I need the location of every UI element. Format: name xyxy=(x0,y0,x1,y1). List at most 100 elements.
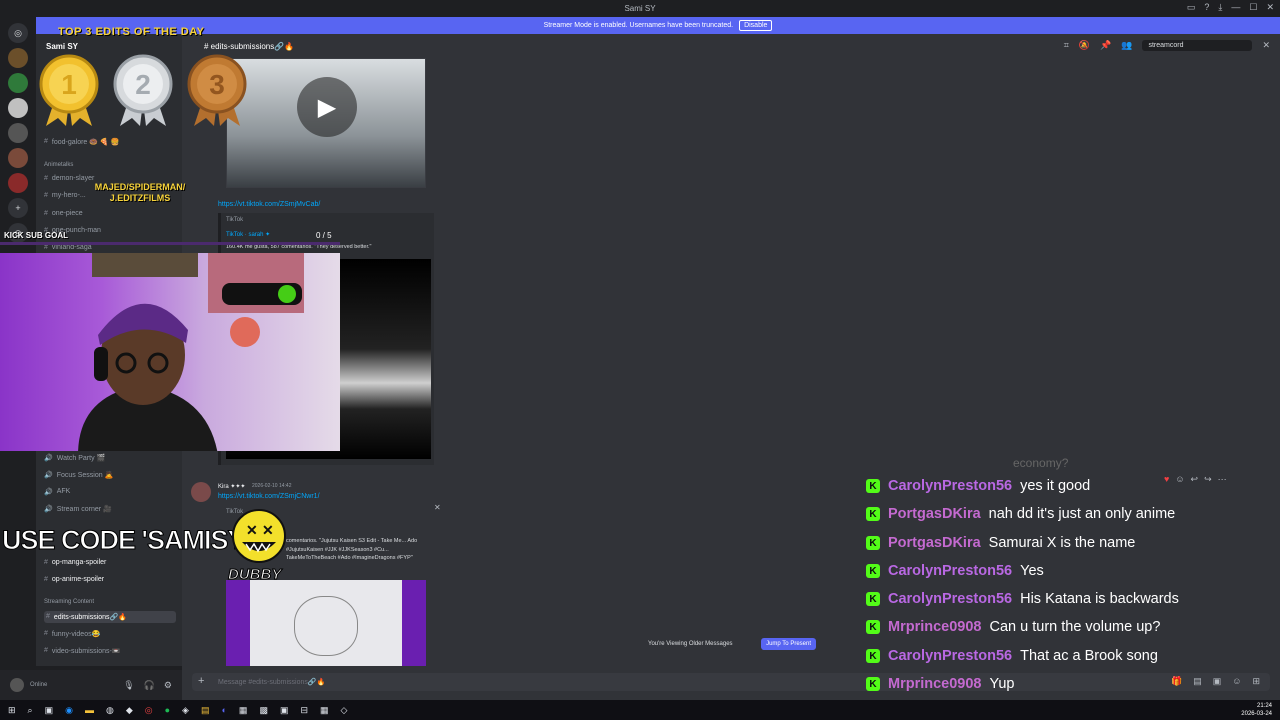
close-button[interactable]: ✕ xyxy=(1266,2,1274,13)
gif-icon[interactable]: ▤ xyxy=(1193,676,1202,687)
server-icon[interactable] xyxy=(8,73,28,93)
server-name[interactable]: Sami SY xyxy=(46,42,78,51)
discord-home-icon[interactable]: ◎ xyxy=(8,23,28,43)
maximize-button[interactable]: ☐ xyxy=(1249,2,1257,13)
sidebar-item-video-submissions[interactable]: # video-submissions-📼 xyxy=(44,647,121,655)
chat-username[interactable]: CarolynPreston56 xyxy=(888,563,1012,579)
more-icon[interactable]: ⋯ xyxy=(1218,474,1227,485)
mic-icon[interactable]: 🎙 xyxy=(123,680,134,691)
sidebar-item-edits-submissions[interactable]: # edits-submissions🔗🔥 xyxy=(44,611,176,623)
voice-channel-watch-party[interactable]: 🔊 Watch Party 🎬 xyxy=(44,454,105,462)
task-view-icon[interactable]: ▣ xyxy=(45,705,54,716)
sidebar-item-op-anime-spoiler[interactable]: # op-anime-spoiler xyxy=(44,576,104,583)
app-icon[interactable]: ▣ xyxy=(280,705,289,716)
sidebar-item-label: funny-videos😂 xyxy=(51,631,101,638)
app-icon[interactable]: ⊟ xyxy=(300,705,308,716)
react-icon[interactable]: ☺ xyxy=(1175,474,1184,485)
attach-plus-icon[interactable]: + xyxy=(198,675,204,687)
disable-streamer-mode-button[interactable]: Disable xyxy=(739,20,773,31)
members-icon[interactable]: 👥 xyxy=(1121,40,1132,51)
close-icon[interactable]: ✕ xyxy=(1262,40,1270,51)
sidebar-item-my-hero[interactable]: # my-hero-... xyxy=(44,192,86,199)
minimize-button[interactable]: — xyxy=(1231,2,1240,13)
chat-username[interactable]: CarolynPreston56 xyxy=(888,591,1012,607)
chat-username[interactable]: PortgasDKira xyxy=(888,506,981,522)
sidebar-item-op-manga-spoiler[interactable]: # op-manga-spoiler xyxy=(44,559,106,566)
forward-icon[interactable]: ↪ xyxy=(1204,474,1212,485)
avatar[interactable] xyxy=(10,678,24,692)
voice-channel-afk[interactable]: 🔊 AFK xyxy=(44,488,70,496)
message-author[interactable]: Kira ✦✦✦ xyxy=(218,483,245,490)
hash-icon: # xyxy=(46,613,50,620)
mute-icon[interactable]: 🔕 xyxy=(1079,40,1090,51)
heart-reaction-icon[interactable]: ♥ xyxy=(1164,474,1169,485)
spotify-icon[interactable]: ● xyxy=(165,705,170,715)
silver-medal-icon: 2 xyxy=(113,54,173,126)
server-icon[interactable] xyxy=(8,48,28,68)
apps-icon[interactable]: ⊞ xyxy=(1252,676,1260,687)
avatar[interactable] xyxy=(191,482,211,502)
sticker-icon[interactable]: ▣ xyxy=(1213,676,1222,687)
message-link[interactable]: https://vt.tiktok.com/ZSmjMvCab/ xyxy=(218,201,320,208)
chrome-icon[interactable]: ◎ xyxy=(145,705,153,716)
bronze-medal-icon: 3 xyxy=(187,54,247,126)
app-icon[interactable]: ◆ xyxy=(126,705,133,716)
headphones-icon[interactable]: 🎧 xyxy=(144,680,155,691)
emoji-icon[interactable]: ☺ xyxy=(1232,676,1241,687)
system-clock[interactable]: 21:24 2026-03-24 xyxy=(1241,702,1272,718)
chat-username[interactable]: Mrprince0908 xyxy=(888,619,982,635)
search-input[interactable]: streamcord xyxy=(1142,40,1253,51)
gift-icon[interactable]: 🎁 xyxy=(1171,676,1182,687)
add-server-icon[interactable]: + xyxy=(8,198,28,218)
window-controls: ▭ ? ⤓ — ☐ ✕ xyxy=(1187,2,1274,13)
chat-username[interactable]: Mrprince0908 xyxy=(888,676,982,692)
video-embed[interactable]: ▶ xyxy=(226,58,426,188)
remove-embed-icon[interactable]: ✕ xyxy=(434,503,441,512)
embed-author[interactable]: TikTok · sarah ✦ xyxy=(226,231,270,238)
category-animetalks[interactable]: Animetalks xyxy=(44,162,73,168)
medal-number: 1 xyxy=(61,69,77,100)
obs-icon[interactable]: ◍ xyxy=(106,705,114,716)
clock-time: 21:24 xyxy=(1256,703,1272,709)
server-icon[interactable] xyxy=(8,148,28,168)
chat-username[interactable]: CarolynPreston56 xyxy=(888,478,1012,494)
download-icon[interactable]: ⤓ xyxy=(1218,2,1222,13)
sidebar-item-food-galore[interactable]: # food-galore 🍩 🍕 🍔 xyxy=(44,138,119,146)
inbox-icon[interactable]: ▭ xyxy=(1187,2,1196,13)
server-icon[interactable] xyxy=(8,123,28,143)
message-link[interactable]: https://vt.tiktok.com/ZSmjCNwr1/ xyxy=(218,493,320,500)
notes-icon[interactable]: ▤ xyxy=(201,705,210,716)
voice-channel-focus-session[interactable]: 🔊 Focus Session 🙇 xyxy=(44,471,113,479)
sidebar-item-vinland-saga[interactable]: # vinland-saga xyxy=(44,244,92,251)
app-icon[interactable]: ▦ xyxy=(239,705,248,716)
search-icon[interactable]: ⌕ xyxy=(28,705,33,716)
sidebar-item-funny-videos[interactable]: # funny-videos😂 xyxy=(44,630,100,638)
file-explorer-icon[interactable]: ▬ xyxy=(85,705,94,715)
sidebar-item-demon-slayer[interactable]: # demon-slayer xyxy=(44,175,94,182)
app-icon[interactable]: ◇ xyxy=(341,705,348,716)
help-icon[interactable]: ? xyxy=(1204,2,1209,13)
category-streaming-content[interactable]: Streaming Content xyxy=(44,599,94,605)
gear-icon[interactable]: ⚙ xyxy=(164,680,172,691)
sidebar-item-one-piece[interactable]: # one-piece xyxy=(44,210,83,217)
reply-icon[interactable]: ↩ xyxy=(1191,474,1199,485)
chat-username[interactable]: CarolynPreston56 xyxy=(888,648,1012,664)
chat-text: Can u turn the volume up? xyxy=(989,619,1161,635)
jump-to-present-button[interactable]: Jump To Present xyxy=(761,638,816,650)
discord-taskbar-icon[interactable]: ◐ xyxy=(221,705,226,715)
pin-icon[interactable]: 📌 xyxy=(1100,40,1111,51)
server-icon[interactable] xyxy=(8,173,28,193)
message-input[interactable]: Message #edits-submissions🔗🔥 xyxy=(218,678,325,686)
play-icon[interactable]: ▶ xyxy=(297,77,357,137)
chat-username[interactable]: PortgasDKira xyxy=(888,535,981,551)
voice-channel-stream-corner[interactable]: 🔊 Stream corner 🎥 xyxy=(44,505,112,513)
threads-icon[interactable]: ⌗ xyxy=(1064,40,1069,51)
server-icon[interactable] xyxy=(8,98,28,118)
app-icon[interactable]: ▩ xyxy=(259,705,268,716)
message-composer[interactable]: + Message #edits-submissions🔗🔥 🎁 ▤ ▣ ☺ ⊞ xyxy=(192,673,1270,691)
app-icon[interactable]: ▦ xyxy=(320,705,329,716)
app-icon[interactable]: ◈ xyxy=(182,705,189,716)
edge-icon[interactable]: ◉ xyxy=(65,705,73,716)
embed-video-thumbnail[interactable] xyxy=(226,580,426,666)
windows-start-icon[interactable]: ⊞ xyxy=(8,705,16,716)
